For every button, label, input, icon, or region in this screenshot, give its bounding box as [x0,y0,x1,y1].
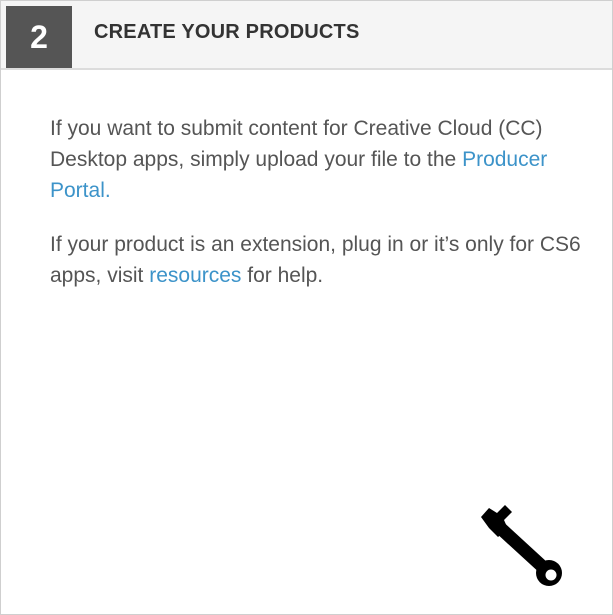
resources-link[interactable]: resources [149,264,241,287]
card-title: CREATE YOUR PRODUCTS [94,21,360,43]
card-header: 2 CREATE YOUR PRODUCTS [1,1,612,70]
create-products-card: 2 CREATE YOUR PRODUCTS If you want to su… [0,0,613,615]
wrench-icon [481,505,562,586]
resources-instructions-tail: for help. [241,264,324,287]
resources-instructions: If your product is an extension, plug in… [50,229,590,291]
upload-instructions: If you want to submit content for Creati… [50,113,590,206]
step-number-badge: 2 [6,6,72,68]
card-body: If you want to submit content for Creati… [50,113,590,314]
